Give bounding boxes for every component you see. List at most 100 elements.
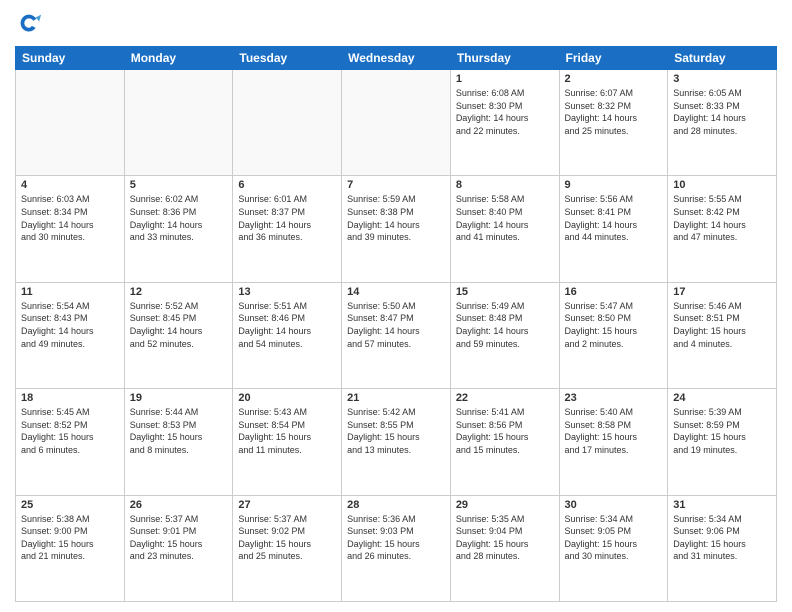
day-number: 6 — [238, 179, 336, 191]
day-info: Sunrise: 5:51 AM Sunset: 8:46 PM Dayligh… — [238, 300, 336, 350]
day-number: 17 — [673, 286, 771, 298]
header-row: SundayMondayTuesdayWednesdayThursdayFrid… — [16, 47, 777, 70]
calendar-cell: 9 Sunrise: 5:56 AM Sunset: 8:41 PM Daylig… — [559, 176, 668, 282]
day-number: 13 — [238, 286, 336, 298]
day-number: 2 — [565, 73, 663, 85]
calendar-cell — [233, 70, 342, 176]
day-info: Sunrise: 6:05 AM Sunset: 8:33 PM Dayligh… — [673, 87, 771, 137]
day-info: Sunrise: 6:01 AM Sunset: 8:37 PM Dayligh… — [238, 193, 336, 243]
calendar-cell: 16 Sunrise: 5:47 AM Sunset: 8:50 PM Dayli… — [559, 282, 668, 388]
day-number: 19 — [130, 392, 228, 404]
day-number: 15 — [456, 286, 554, 298]
calendar-cell: 31 Sunrise: 5:34 AM Sunset: 9:06 PM Dayli… — [668, 495, 777, 601]
calendar-cell: 10 Sunrise: 5:55 AM Sunset: 8:42 PM Dayli… — [668, 176, 777, 282]
calendar-week-row: 1Sunrise: 6:08 AM Sunset: 8:30 PM Daylig… — [16, 70, 777, 176]
day-info: Sunrise: 5:40 AM Sunset: 8:58 PM Dayligh… — [565, 406, 663, 456]
calendar-week-row: 11 Sunrise: 5:54 AM Sunset: 8:43 PM Dayli… — [16, 282, 777, 388]
day-info: Sunrise: 5:36 AM Sunset: 9:03 PM Dayligh… — [347, 513, 445, 563]
day-number: 25 — [21, 499, 119, 511]
calendar-cell: 2 Sunrise: 6:07 AM Sunset: 8:32 PM Daylig… — [559, 70, 668, 176]
calendar-cell: 26 Sunrise: 5:37 AM Sunset: 9:01 PM Dayli… — [124, 495, 233, 601]
day-info: Sunrise: 6:03 AM Sunset: 8:34 PM Dayligh… — [21, 193, 119, 243]
day-info: Sunrise: 5:41 AM Sunset: 8:56 PM Dayligh… — [456, 406, 554, 456]
day-info: Sunrise: 5:56 AM Sunset: 8:41 PM Dayligh… — [565, 193, 663, 243]
calendar-cell: 23Sunrise: 5:40 AM Sunset: 8:58 PM Dayli… — [559, 389, 668, 495]
day-info: Sunrise: 5:58 AM Sunset: 8:40 PM Dayligh… — [456, 193, 554, 243]
header — [15, 10, 777, 38]
calendar-cell — [342, 70, 451, 176]
day-number: 7 — [347, 179, 445, 191]
calendar-cell: 18Sunrise: 5:45 AM Sunset: 8:52 PM Dayli… — [16, 389, 125, 495]
day-number: 26 — [130, 499, 228, 511]
day-header: Sunday — [16, 47, 125, 70]
day-info: Sunrise: 5:44 AM Sunset: 8:53 PM Dayligh… — [130, 406, 228, 456]
day-number: 27 — [238, 499, 336, 511]
day-number: 11 — [21, 286, 119, 298]
day-header: Thursday — [450, 47, 559, 70]
day-number: 18 — [21, 392, 119, 404]
day-info: Sunrise: 5:50 AM Sunset: 8:47 PM Dayligh… — [347, 300, 445, 350]
day-number: 16 — [565, 286, 663, 298]
day-info: Sunrise: 5:54 AM Sunset: 8:43 PM Dayligh… — [21, 300, 119, 350]
calendar-cell: 15 Sunrise: 5:49 AM Sunset: 8:48 PM Dayli… — [450, 282, 559, 388]
calendar-cell: 1Sunrise: 6:08 AM Sunset: 8:30 PM Daylig… — [450, 70, 559, 176]
page: SundayMondayTuesdayWednesdayThursdayFrid… — [0, 0, 792, 612]
day-info: Sunrise: 6:07 AM Sunset: 8:32 PM Dayligh… — [565, 87, 663, 137]
day-info: Sunrise: 5:35 AM Sunset: 9:04 PM Dayligh… — [456, 513, 554, 563]
day-header: Saturday — [668, 47, 777, 70]
day-number: 9 — [565, 179, 663, 191]
calendar-table: SundayMondayTuesdayWednesdayThursdayFrid… — [15, 46, 777, 602]
day-info: Sunrise: 5:59 AM Sunset: 8:38 PM Dayligh… — [347, 193, 445, 243]
day-number: 31 — [673, 499, 771, 511]
day-info: Sunrise: 5:55 AM Sunset: 8:42 PM Dayligh… — [673, 193, 771, 243]
day-number: 21 — [347, 392, 445, 404]
day-info: Sunrise: 6:08 AM Sunset: 8:30 PM Dayligh… — [456, 87, 554, 137]
day-number: 29 — [456, 499, 554, 511]
day-info: Sunrise: 5:52 AM Sunset: 8:45 PM Dayligh… — [130, 300, 228, 350]
calendar-cell: 30 Sunrise: 5:34 AM Sunset: 9:05 PM Dayli… — [559, 495, 668, 601]
calendar-cell: 3 Sunrise: 6:05 AM Sunset: 8:33 PM Daylig… — [668, 70, 777, 176]
day-info: Sunrise: 5:49 AM Sunset: 8:48 PM Dayligh… — [456, 300, 554, 350]
day-header: Monday — [124, 47, 233, 70]
calendar-cell: 13 Sunrise: 5:51 AM Sunset: 8:46 PM Dayli… — [233, 282, 342, 388]
calendar-cell: 29 Sunrise: 5:35 AM Sunset: 9:04 PM Dayli… — [450, 495, 559, 601]
day-number: 5 — [130, 179, 228, 191]
day-info: Sunrise: 6:02 AM Sunset: 8:36 PM Dayligh… — [130, 193, 228, 243]
day-info: Sunrise: 5:34 AM Sunset: 9:05 PM Dayligh… — [565, 513, 663, 563]
day-info: Sunrise: 5:47 AM Sunset: 8:50 PM Dayligh… — [565, 300, 663, 350]
calendar-cell — [124, 70, 233, 176]
day-info: Sunrise: 5:37 AM Sunset: 9:01 PM Dayligh… — [130, 513, 228, 563]
day-info: Sunrise: 5:42 AM Sunset: 8:55 PM Dayligh… — [347, 406, 445, 456]
day-number: 22 — [456, 392, 554, 404]
calendar-cell: 8 Sunrise: 5:58 AM Sunset: 8:40 PM Daylig… — [450, 176, 559, 282]
calendar-cell: 12 Sunrise: 5:52 AM Sunset: 8:45 PM Dayli… — [124, 282, 233, 388]
day-header: Tuesday — [233, 47, 342, 70]
day-info: Sunrise: 5:43 AM Sunset: 8:54 PM Dayligh… — [238, 406, 336, 456]
calendar-week-row: 4 Sunrise: 6:03 AM Sunset: 8:34 PM Daylig… — [16, 176, 777, 282]
day-info: Sunrise: 5:34 AM Sunset: 9:06 PM Dayligh… — [673, 513, 771, 563]
day-number: 3 — [673, 73, 771, 85]
day-info: Sunrise: 5:37 AM Sunset: 9:02 PM Dayligh… — [238, 513, 336, 563]
day-number: 14 — [347, 286, 445, 298]
calendar-cell: 6 Sunrise: 6:01 AM Sunset: 8:37 PM Daylig… — [233, 176, 342, 282]
calendar-cell: 21 Sunrise: 5:42 AM Sunset: 8:55 PM Dayli… — [342, 389, 451, 495]
calendar-week-row: 25Sunrise: 5:38 AM Sunset: 9:00 PM Dayli… — [16, 495, 777, 601]
day-number: 28 — [347, 499, 445, 511]
calendar-cell: 25Sunrise: 5:38 AM Sunset: 9:00 PM Dayli… — [16, 495, 125, 601]
calendar-cell: 7 Sunrise: 5:59 AM Sunset: 8:38 PM Daylig… — [342, 176, 451, 282]
calendar-cell: 4 Sunrise: 6:03 AM Sunset: 8:34 PM Daylig… — [16, 176, 125, 282]
calendar-cell: 19 Sunrise: 5:44 AM Sunset: 8:53 PM Dayli… — [124, 389, 233, 495]
calendar-cell: 24Sunrise: 5:39 AM Sunset: 8:59 PM Dayli… — [668, 389, 777, 495]
day-number: 12 — [130, 286, 228, 298]
logo-icon — [15, 10, 43, 38]
calendar-cell: 17Sunrise: 5:46 AM Sunset: 8:51 PM Dayli… — [668, 282, 777, 388]
day-number: 10 — [673, 179, 771, 191]
day-number: 4 — [21, 179, 119, 191]
day-number: 8 — [456, 179, 554, 191]
calendar-week-row: 18Sunrise: 5:45 AM Sunset: 8:52 PM Dayli… — [16, 389, 777, 495]
calendar-cell — [16, 70, 125, 176]
day-number: 30 — [565, 499, 663, 511]
calendar-cell: 27 Sunrise: 5:37 AM Sunset: 9:02 PM Dayli… — [233, 495, 342, 601]
calendar-cell: 5 Sunrise: 6:02 AM Sunset: 8:36 PM Daylig… — [124, 176, 233, 282]
day-header: Wednesday — [342, 47, 451, 70]
